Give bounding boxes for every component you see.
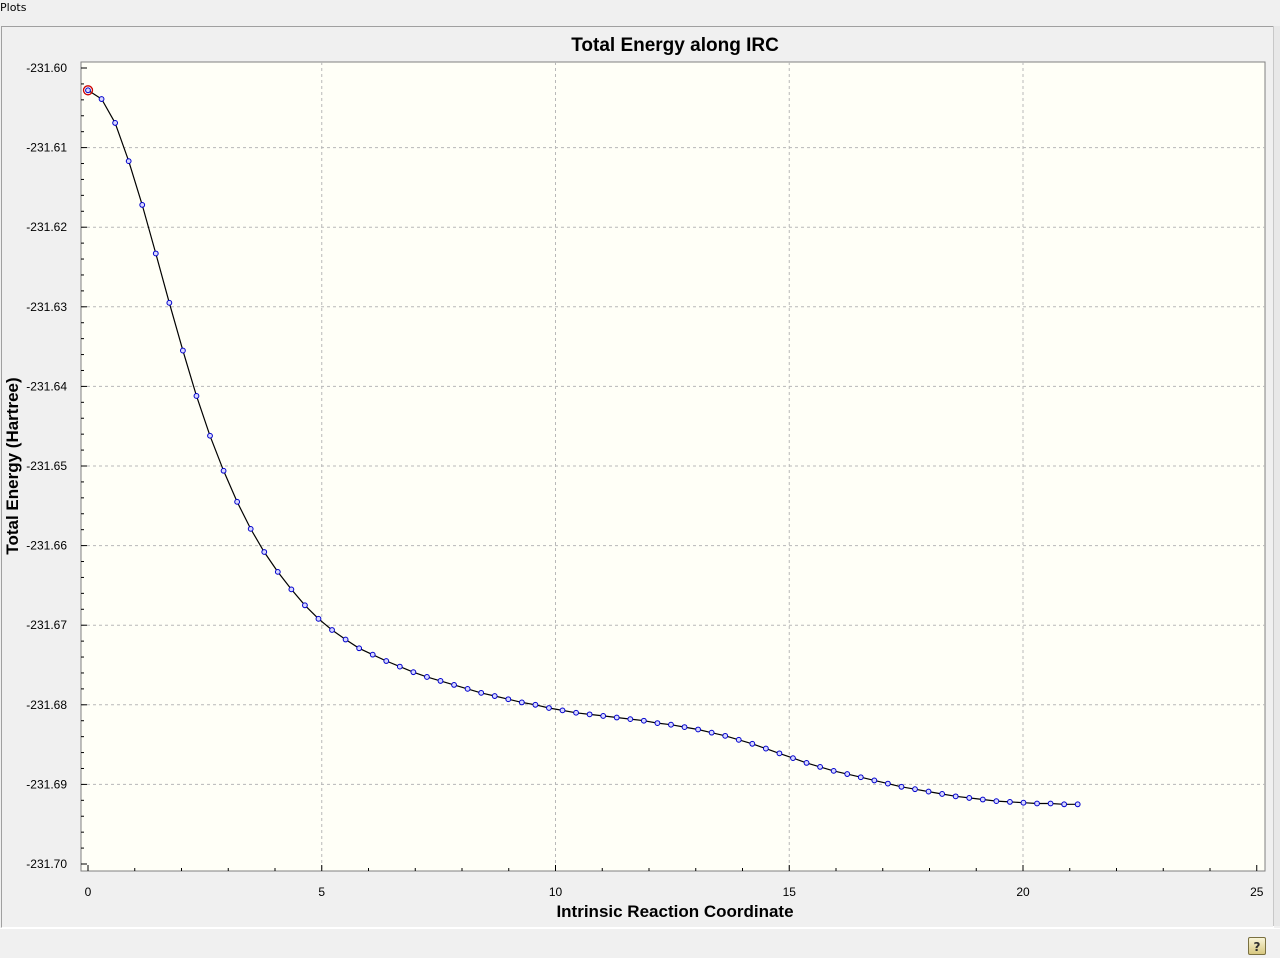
y-tick-label: -231.70 [26,857,67,871]
data-point [844,771,851,777]
data-point [152,250,159,257]
y-axis-title: Total Energy (Hartree) [3,377,22,554]
data-point [857,774,864,781]
data-point [98,96,105,102]
data-point [410,669,417,676]
data-point [668,721,674,728]
y-tick-label: -231.66 [26,539,67,553]
data-point [193,393,200,399]
data-point [939,791,946,797]
data-point [884,780,891,787]
data-point [695,726,701,733]
data-point [762,745,769,752]
data-point [1020,799,1027,806]
help-icon[interactable]: ? [1248,937,1266,955]
y-tick-label: -231.67 [26,618,67,632]
data-point [708,729,715,736]
data-point [491,693,498,699]
x-tick-label: 20 [1016,885,1030,899]
data-point [776,750,783,757]
data-point [180,347,186,354]
x-tick-label: 15 [783,885,797,899]
x-tick-label: 5 [318,885,325,899]
data-point [600,713,607,719]
data-point [356,645,363,652]
x-tick-label: 10 [549,885,563,899]
data-point [559,707,566,714]
status-bar [0,928,1280,958]
data-point [749,740,756,747]
data-point [478,689,485,696]
data-point [803,760,810,766]
data-point [383,658,390,664]
x-tick-label: 0 [85,885,92,899]
data-point [613,714,620,721]
y-tick-label: -231.68 [26,698,67,712]
data-point [722,732,729,739]
data-point [451,682,457,688]
data-point [288,586,295,593]
plot-area [80,61,1266,872]
data-point [925,788,932,795]
data-point [505,696,512,703]
x-tick-label: 25 [1250,885,1264,899]
data-point [207,432,213,439]
data-point [247,525,254,532]
y-tick-label: -231.64 [26,379,67,393]
data-point [342,636,349,643]
x-axis-title: Intrinsic Reaction Coordinate [556,902,793,921]
data-point [735,736,742,743]
data-point [681,724,688,730]
data-point [573,709,579,716]
data-point [1007,799,1013,805]
data-point [640,717,647,724]
data-point [139,202,146,208]
data-point [464,685,471,692]
data-point [274,568,281,575]
data-point [993,798,1000,805]
data-point [437,678,444,684]
data-point [790,755,796,762]
data-point [898,783,905,790]
data-point [586,711,593,718]
y-tick-label: -231.61 [26,141,67,155]
data-point [261,549,268,555]
data-point [329,627,335,633]
data-point [518,699,525,706]
y-tick-label: -231.62 [26,220,67,234]
data-point [369,651,376,658]
data-point [952,793,959,800]
data-point [817,763,824,770]
data-point [220,467,227,474]
data-point [396,663,403,670]
data-point [627,716,634,723]
data-point [85,87,91,94]
data-point [532,701,539,708]
y-tick-label: -231.60 [26,61,67,75]
data-point [234,498,241,505]
data-point [830,767,837,774]
data-point [1074,801,1081,808]
y-tick-label: -231.69 [26,777,67,791]
data-point [112,120,119,126]
data-point [1061,801,1068,808]
data-point [166,299,173,306]
data-point [654,720,661,727]
data-point [1034,800,1040,807]
data-point [315,615,322,622]
y-tick-label: -231.65 [26,459,67,473]
energy-chart: 0 5 10 15 20 25 -231.60 -231.61 -231.62 -231.63 -2… [3,35,1266,921]
data-point [912,786,918,793]
data-point [1047,800,1054,807]
data-point [424,674,430,680]
data-point [546,705,552,711]
y-tick-label: -231.63 [26,300,67,314]
data-point [871,777,878,784]
chart-title: Total Energy along IRC [571,35,779,56]
data-point [302,602,308,609]
data-point [979,796,986,803]
data-point [966,795,973,801]
data-point [125,158,132,165]
